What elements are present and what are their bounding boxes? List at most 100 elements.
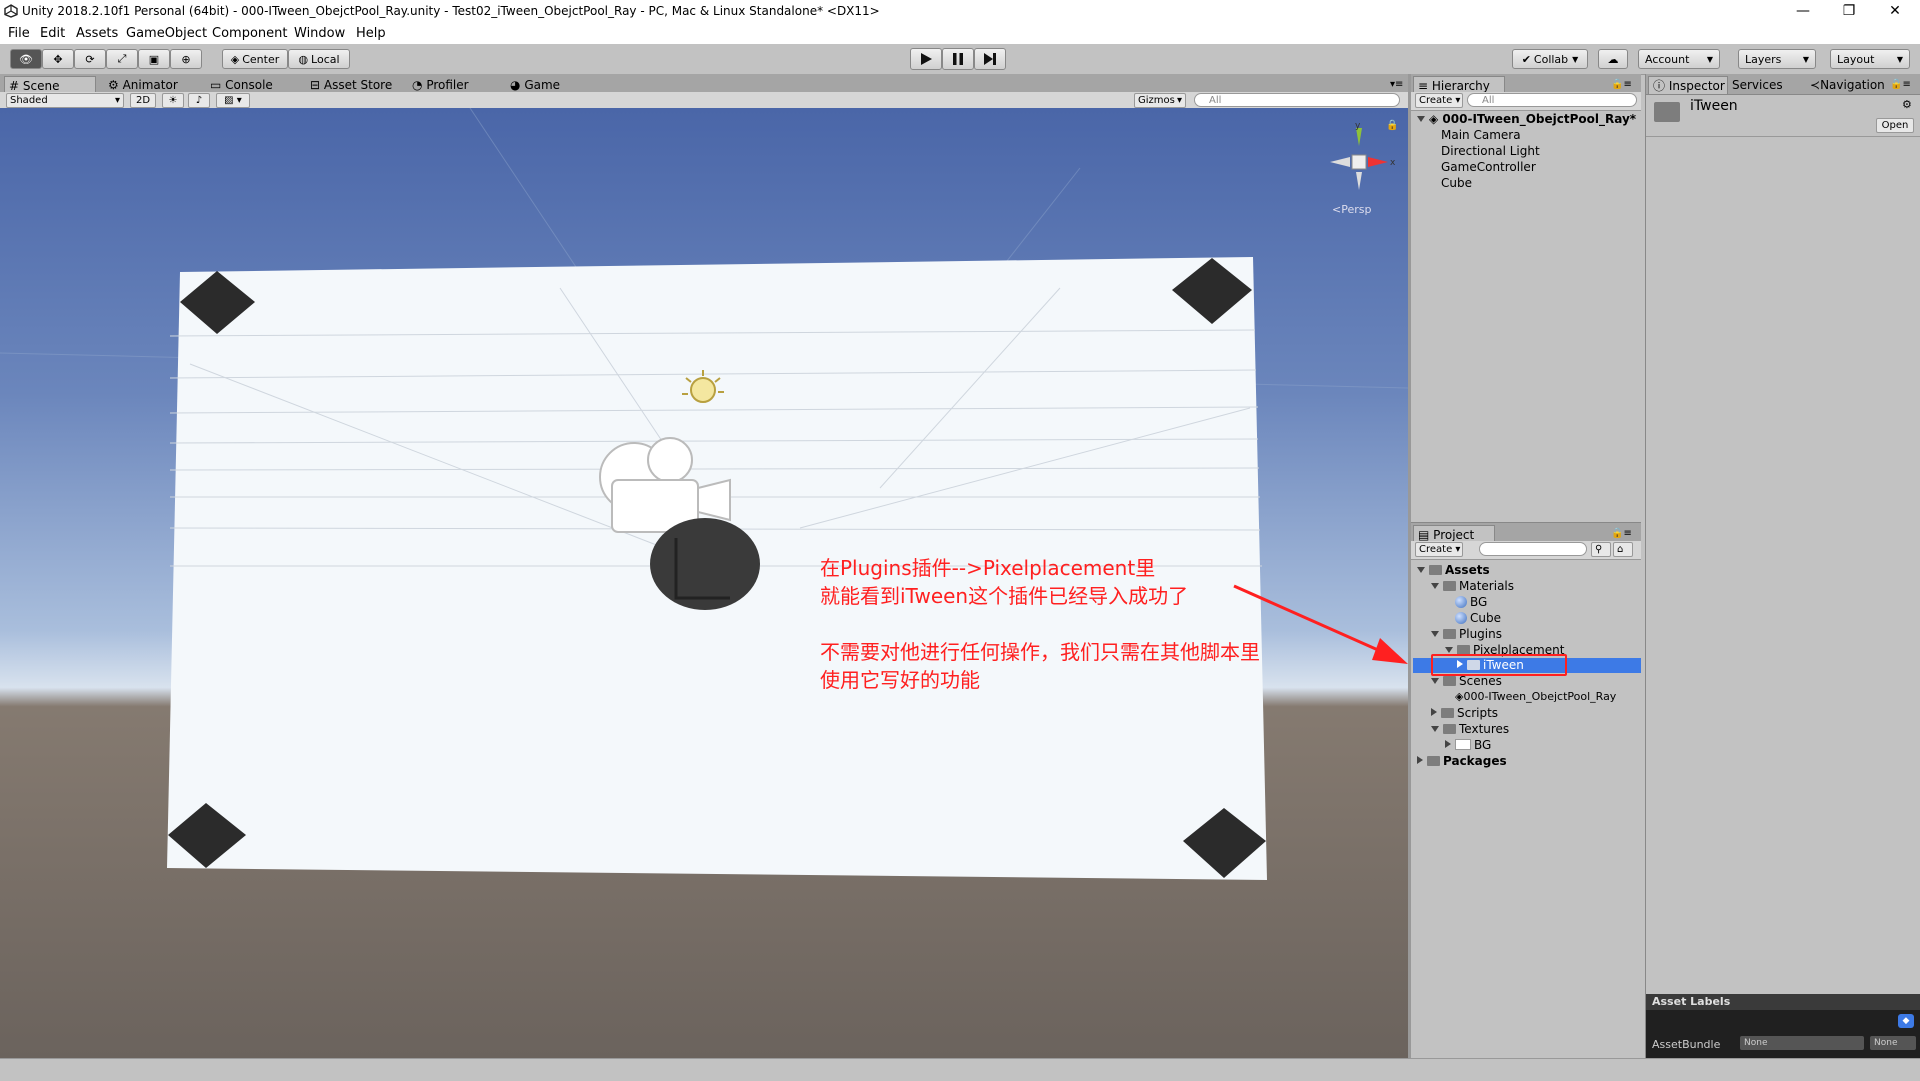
view-tool-button[interactable]: 👁	[10, 49, 42, 69]
folder-icon: ▤	[1418, 528, 1430, 542]
hierarchy-create-dropdown[interactable]: Create ▾	[1415, 93, 1463, 108]
lighting-toggle[interactable]: ☀	[162, 93, 184, 108]
hierarchy-scene-name: 000-ITween_ObejctPool_Ray*	[1442, 112, 1637, 126]
hierarchy-item-cube[interactable]: Cube	[1441, 176, 1472, 190]
assetbundle-variant-dropdown[interactable]: None	[1870, 1036, 1916, 1050]
unity-scene-icon: ◈	[1429, 112, 1439, 126]
tab-inspector-label: Inspector	[1668, 79, 1725, 93]
project-create-dropdown[interactable]: Create ▾	[1415, 542, 1463, 557]
inspector-tab-bar: ⓘ Inspector Services ≺Navigation 🔒≡	[1646, 74, 1920, 95]
play-button[interactable]	[910, 48, 942, 70]
collab-label: Collab	[1533, 52, 1569, 66]
hierarchy-scene-root[interactable]: ◈ 000-ITween_ObejctPool_Ray*	[1417, 112, 1636, 126]
effects-dropdown[interactable]: ▨ ▾	[216, 93, 250, 108]
maximize-button[interactable]: ❐	[1826, 0, 1872, 24]
filter-label-button[interactable]: ⌂	[1613, 542, 1633, 557]
collab-dropdown[interactable]: ✔ Collab ▼	[1512, 49, 1588, 69]
globe-icon: ◍	[298, 52, 309, 66]
annotation-line-3: 不需要对他进行任何操作，我们只需在其他脚本里	[820, 640, 1260, 664]
menu-file[interactable]: File	[8, 26, 30, 41]
project-scripts-folder[interactable]: Scripts	[1431, 706, 1498, 720]
tab-game-label: Game	[524, 78, 561, 92]
status-bar	[0, 1058, 1920, 1081]
project-scenes-folder[interactable]: Scenes	[1431, 674, 1502, 688]
layout-dropdown[interactable]: Layout ▼	[1830, 49, 1910, 69]
account-dropdown[interactable]: Account ▼	[1638, 49, 1720, 69]
filter-icon: ⚲	[1595, 544, 1603, 555]
tab-navigation[interactable]: ≺Navigation	[1806, 76, 1889, 94]
lock-icon[interactable]: 🔒	[1386, 120, 1398, 131]
tab-services[interactable]: Services	[1728, 76, 1787, 94]
tab-services-label: Services	[1732, 78, 1783, 92]
project-plugins-folder[interactable]: Plugins	[1431, 627, 1502, 641]
hierarchy-item-directional-light[interactable]: Directional Light	[1441, 144, 1540, 158]
audio-toggle[interactable]: ♪	[188, 93, 210, 108]
asset-labels-header: Asset Labels	[1646, 994, 1920, 1010]
scale-tool-button[interactable]: ⤢	[106, 49, 138, 69]
project-texture-bg[interactable]: BG	[1445, 738, 1491, 752]
layers-dropdown[interactable]: Layers ▼	[1738, 49, 1816, 69]
project-packages-folder[interactable]: Packages	[1417, 754, 1507, 768]
tab-console-label: Console	[225, 78, 273, 92]
filter-type-button[interactable]: ⚲	[1591, 542, 1611, 557]
project-materials-folder[interactable]: Materials	[1431, 579, 1514, 593]
project-material-bg[interactable]: BG	[1455, 595, 1487, 609]
menu-assets[interactable]: Assets	[76, 26, 118, 41]
cube-object[interactable]	[650, 518, 760, 610]
move-tool-button[interactable]: ✥	[42, 49, 74, 69]
step-button[interactable]	[974, 48, 1006, 70]
tab-inspector[interactable]: ⓘ Inspector	[1648, 76, 1728, 94]
menu-gameobject[interactable]: GameObject	[126, 26, 207, 41]
settings-gear-icon[interactable]: ⚙	[1902, 98, 1912, 111]
check-icon: ✔	[1521, 52, 1531, 66]
texture-icon	[1455, 739, 1471, 750]
pivot-center-button[interactable]: ◈ Center	[222, 49, 288, 69]
collapse-arrow-icon	[1417, 756, 1423, 764]
project-material-cube[interactable]: Cube	[1455, 611, 1501, 625]
project-textures-folder[interactable]: Textures	[1431, 722, 1509, 736]
tag-icon: ⌂	[1617, 544, 1624, 555]
material-sphere-icon	[1455, 612, 1467, 624]
transform-tool-button[interactable]: ⊕	[170, 49, 202, 69]
hierarchy-item-main-camera[interactable]: Main Camera	[1441, 128, 1521, 142]
project-assets-folder[interactable]: Assets	[1417, 563, 1490, 577]
menu-help[interactable]: Help	[356, 26, 386, 41]
tab-project-label: Project	[1433, 528, 1475, 542]
scene-orientation-gizmo[interactable]: y x	[1320, 120, 1400, 216]
folder-icon	[1441, 708, 1454, 718]
scene-file-label: 000-ITween_ObejctPool_Ray	[1463, 690, 1617, 703]
assetbundle-dropdown[interactable]: None	[1740, 1036, 1864, 1050]
project-scene-file[interactable]: ◈000-ITween_ObejctPool_Ray	[1455, 690, 1616, 703]
dropdown-arrow-icon: ▾	[1176, 95, 1182, 106]
minimize-button[interactable]: —	[1780, 0, 1826, 24]
menu-edit[interactable]: Edit	[40, 26, 65, 41]
scene-view[interactable]: y x <Persp 🔒 在Plugins插件-->Pixelplacement…	[0, 108, 1408, 1058]
rect-tool-button[interactable]: ▣	[138, 49, 170, 69]
console-icon: ▭	[210, 78, 222, 92]
tab-profiler-label: Profiler	[426, 78, 469, 92]
projection-label[interactable]: <Persp	[1332, 203, 1371, 216]
panel-menu-icon[interactable]: 🔒≡	[1886, 76, 1915, 94]
open-button[interactable]: Open	[1876, 118, 1914, 133]
menu-window[interactable]: Window	[294, 26, 345, 41]
rotate-icon: ⟳	[85, 52, 95, 66]
close-button[interactable]: ✕	[1872, 0, 1918, 24]
shading-dropdown[interactable]: Shaded ▾	[6, 93, 124, 108]
hierarchy-item-gamecontroller[interactable]: GameController	[1441, 160, 1536, 174]
material-bg-label: BG	[1470, 595, 1488, 609]
pivot-local-button[interactable]: ◍ Local	[288, 49, 350, 69]
scenes-label: Scenes	[1459, 674, 1502, 688]
gizmos-dropdown[interactable]: Gizmos ▾	[1134, 93, 1186, 108]
rotate-tool-button[interactable]: ⟳	[74, 49, 106, 69]
scene-search-input[interactable]: All	[1194, 93, 1400, 107]
pause-button[interactable]	[942, 48, 974, 70]
menu-component[interactable]: Component	[212, 26, 287, 41]
toggle-2d-button[interactable]: 2D	[130, 93, 156, 108]
project-search-input[interactable]	[1479, 542, 1587, 556]
hierarchy-search-input[interactable]: All	[1467, 93, 1637, 107]
label-tag-icon[interactable]: ◆	[1898, 1014, 1914, 1028]
project-create-label: Create	[1419, 544, 1453, 555]
cloud-button[interactable]: ☁	[1598, 49, 1628, 69]
step-icon	[984, 53, 996, 65]
list-icon: ≡	[1418, 79, 1429, 93]
